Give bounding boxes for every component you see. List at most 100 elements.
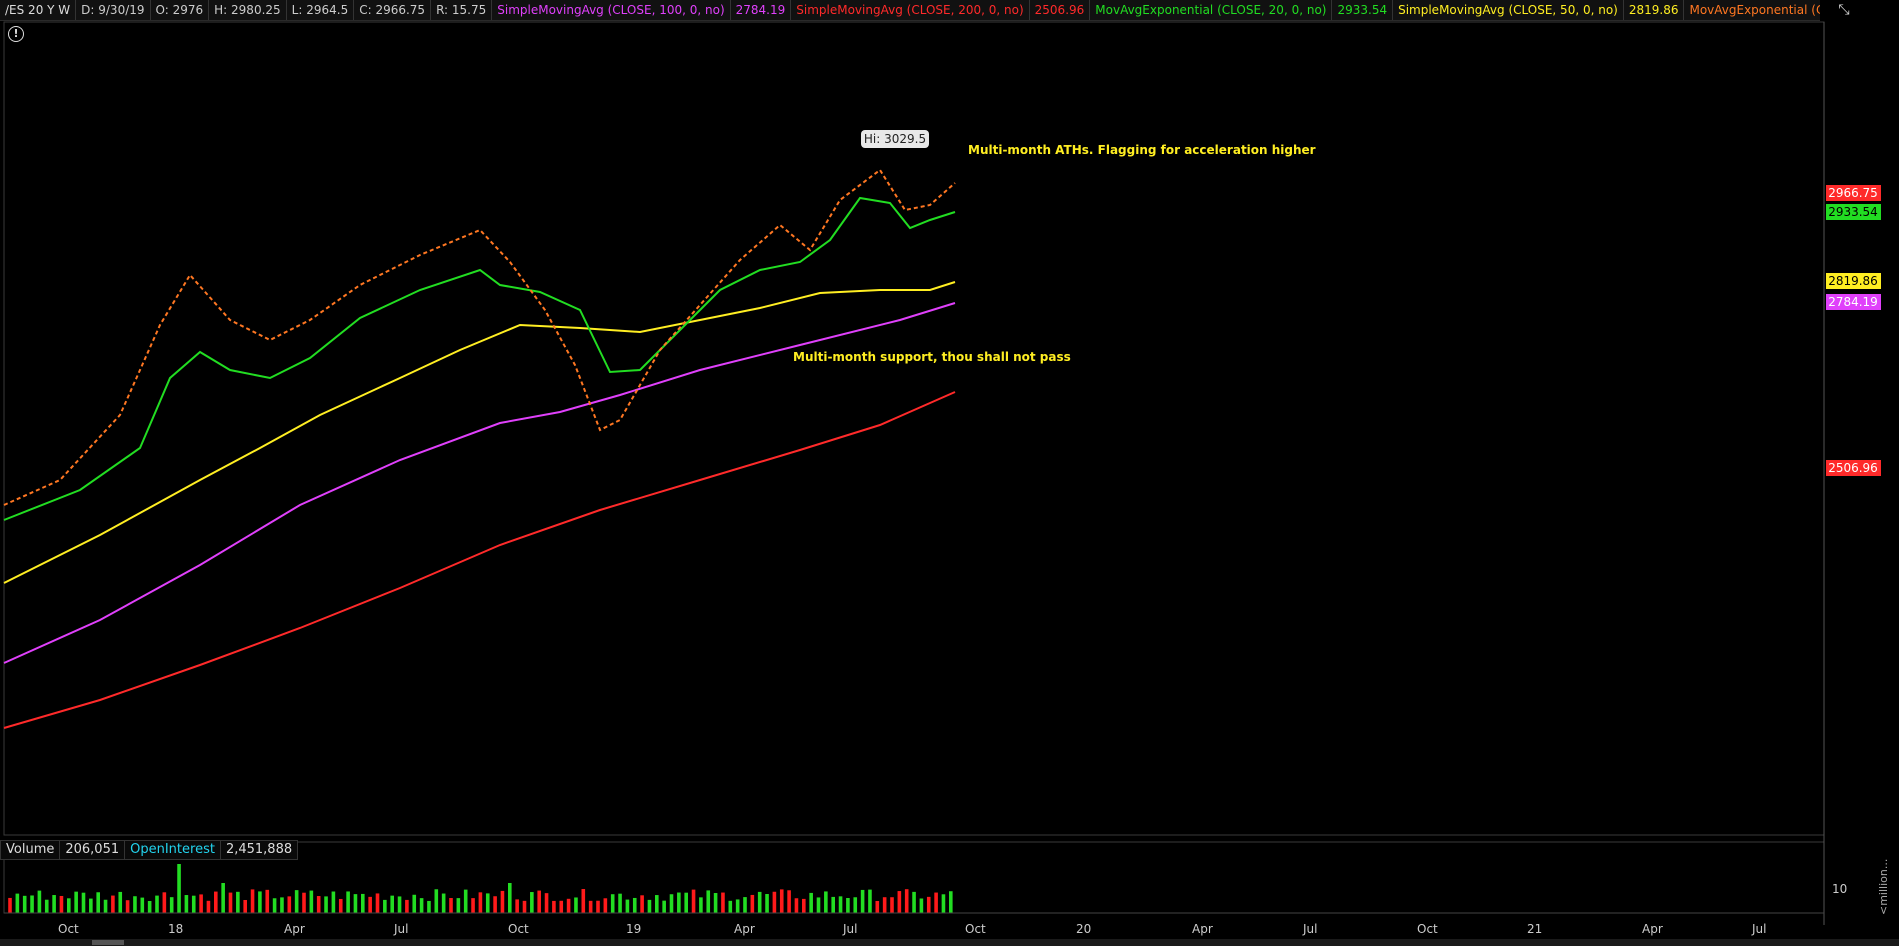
volume-bar [934, 892, 938, 913]
volume-bar [838, 896, 843, 913]
volume-bar [478, 892, 483, 913]
volume-bar [684, 892, 688, 913]
volume-bar [309, 890, 314, 913]
volume-bar [456, 898, 461, 913]
volume-bar [96, 892, 100, 913]
volume-bars [8, 864, 953, 913]
volume-bar [537, 890, 541, 913]
volume-bar [787, 890, 791, 913]
volume-bar [544, 893, 549, 913]
volume-bar [390, 895, 394, 913]
volume-bar [618, 893, 622, 913]
volume-bar [831, 896, 835, 913]
volume-bar [338, 898, 343, 913]
scrollbar-thumb [92, 940, 124, 945]
volume-unit-label: <million... [1877, 859, 1890, 915]
volume-bar [647, 899, 652, 913]
volume-bar [860, 889, 865, 913]
x-tick-label: Jul [1302, 922, 1317, 936]
price-chart[interactable]: Oct 18 Apr Jul Oct 19 Apr Jul Oct 20 Apr Jul Oct 21 Ap… [0, 0, 1899, 946]
volume-bar [853, 897, 858, 913]
volume-bar [375, 893, 380, 913]
sma200-line [3, 391, 956, 729]
volume-bar [669, 894, 674, 913]
volume-bar [471, 898, 475, 913]
volume-bar [699, 897, 703, 913]
volume-bar [640, 895, 644, 913]
volume-bar [184, 895, 189, 913]
volume-bar [331, 891, 336, 913]
volume-bar [463, 889, 468, 913]
volume-bar [368, 896, 372, 913]
volume-bar [919, 898, 924, 913]
volume-bar [52, 895, 56, 913]
volume-bar [581, 889, 586, 913]
x-tick-label: 21 [1527, 922, 1542, 936]
volume-tick-label: 10 [1832, 882, 1847, 896]
open-interest-value: 2,451,888 [219, 840, 299, 860]
volume-bar [677, 892, 681, 913]
volume-bar [765, 894, 769, 913]
volume-bar [302, 892, 306, 913]
volume-bar [214, 891, 218, 913]
volume-bar [89, 898, 93, 913]
volume-bar [412, 894, 417, 913]
volume-bar [22, 895, 27, 913]
volume-bar [140, 897, 145, 913]
x-tick-label: Oct [1417, 922, 1438, 936]
volume-bar [287, 896, 292, 913]
volume-header: Volume 206,051 OpenInterest 2,451,888 [0, 840, 299, 860]
volume-bar [434, 889, 439, 913]
volume-bar [383, 899, 387, 913]
volume-bar [8, 897, 12, 913]
volume-bar [236, 891, 240, 913]
ema8-line [3, 168, 956, 506]
volume-bar [728, 900, 733, 913]
volume-bar [559, 900, 564, 913]
volume-bar [868, 889, 872, 913]
volume-bar [258, 891, 262, 913]
volume-bar [125, 900, 130, 913]
volume-bar [155, 895, 159, 913]
volume-label[interactable]: Volume [0, 840, 61, 860]
volume-bar [162, 892, 167, 913]
volume-bar [662, 900, 666, 913]
volume-bar [757, 891, 762, 913]
volume-bar [890, 897, 894, 913]
volume-bar [67, 898, 71, 913]
volume-bar [118, 891, 123, 913]
volume-bar [133, 896, 137, 913]
volume-bar [530, 892, 534, 913]
volume-bar [272, 898, 277, 913]
volume-bar [324, 896, 328, 913]
volume-bar [441, 893, 446, 913]
x-tick-label: 20 [1076, 922, 1091, 936]
volume-bar [750, 894, 755, 913]
volume-bar [37, 890, 42, 913]
volume-bar [904, 889, 909, 913]
open-interest-label[interactable]: OpenInterest [124, 840, 221, 860]
x-tick-label: Apr [284, 922, 305, 936]
volume-bar [949, 891, 953, 913]
volume-bar [897, 891, 902, 913]
volume-bar [353, 894, 358, 913]
volume-bar [250, 889, 255, 913]
volume-bar [875, 900, 880, 913]
x-tick-label: 18 [168, 922, 183, 936]
x-tick-label: Apr [734, 922, 755, 936]
volume-bar [772, 891, 777, 913]
x-tick-label: Apr [1192, 922, 1213, 936]
x-tick-label: 19 [626, 922, 641, 936]
volume-bar [912, 891, 916, 913]
volume-bar [735, 899, 740, 913]
volume-bar [809, 892, 813, 913]
hi-label: Hi: 3029.5 [864, 132, 926, 146]
volume-bar [603, 898, 608, 913]
volume-bar [625, 899, 630, 913]
volume-bar [588, 900, 593, 913]
volume-bar [419, 898, 424, 913]
volume-bar [794, 898, 799, 913]
volume-bar [169, 897, 174, 913]
volume-bar [596, 900, 600, 913]
volume-bar [30, 895, 34, 913]
